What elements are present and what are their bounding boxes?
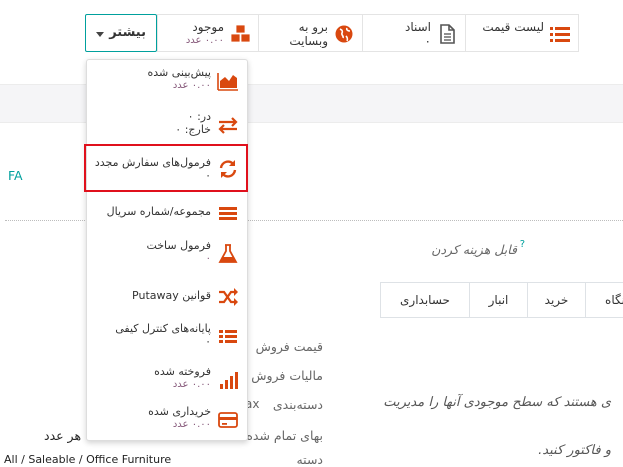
tab-purchase[interactable]: خرید (527, 282, 586, 318)
tasks-list-icon (217, 326, 239, 348)
random-icon (217, 286, 239, 308)
menu-item-purchased[interactable]: خریداری شده ۰.۰۰ عدد (87, 401, 247, 439)
menu-item-value: ۰ (205, 253, 211, 264)
menu-item-value: ۰ (205, 335, 211, 348)
on-hand-value: ۰.۰۰ عدد (185, 35, 224, 46)
menu-item-quality-points[interactable]: پایانه‌های کنترل کیفی ۰ (87, 318, 247, 356)
file-icon (437, 24, 457, 44)
field-cost-label: بهای تمام شده (246, 428, 323, 443)
field-category-label: دسته‌بندی (272, 397, 323, 412)
list-icon (550, 24, 570, 44)
menu-item-label: فروخته شده (154, 365, 211, 378)
cubes-icon (230, 24, 251, 44)
menu-item-label: قوانین Putaway (132, 289, 211, 302)
tab-inventory[interactable]: انبار (469, 282, 528, 318)
tab-accounting[interactable]: حسابداری (380, 282, 470, 318)
expense-label: قابل هزینه کردن (431, 242, 517, 257)
menu-item-label: فرمول ساخت (146, 239, 211, 252)
more-label: بیشتر (109, 25, 146, 40)
bars-icon (217, 202, 239, 224)
category-path: All / Saleable / Office Furniture (4, 453, 172, 466)
menu-item-value: خارج: ۰ (175, 123, 211, 136)
menu-item-label: مجموعه/شماره سریال (106, 205, 211, 218)
price-list-button[interactable]: لیست قیمت (465, 14, 579, 52)
menu-item-label: پیش‌بینی شده (147, 66, 211, 79)
menu-item-value: ۰.۰۰ عدد (172, 80, 211, 91)
menu-item-lots-serials[interactable]: مجموعه/شماره سریال (87, 194, 247, 232)
menu-item-label: خریداری شده (148, 405, 211, 418)
area-chart-icon (217, 70, 239, 92)
documents-button[interactable]: اسناد ۰ (362, 14, 466, 52)
caret-down-icon (96, 32, 104, 37)
field-sale-price-label: قیمت فروش (255, 339, 323, 354)
flask-icon (217, 243, 239, 265)
more-dropdown-menu: پیش‌بینی شده ۰.۰۰ عدد در: ۰ خارج: ۰ فرمول‌… (86, 59, 248, 441)
documents-count: ۰ (424, 34, 431, 48)
website-line2: وبسایت (289, 34, 328, 48)
menu-item-value: ۰.۰۰ عدد (172, 379, 211, 390)
go-to-website-button[interactable]: برو به وبسایت (258, 14, 363, 52)
field-group-label: دسته (296, 452, 323, 467)
fa-label: FA (8, 168, 23, 183)
tab-general[interactable]: نگاه (585, 282, 623, 318)
menu-item-sold[interactable]: فروخته شده ۰.۰۰ عدد (87, 361, 247, 399)
menu-item-forecasted[interactable]: پیش‌بینی شده ۰.۰۰ عدد (87, 62, 247, 100)
on-hand-label: موجود (192, 20, 224, 34)
help-text-line1: ی هستند که سطح موجودی آنها را مدیریت (383, 395, 611, 410)
on-hand-button[interactable]: موجود ۰.۰۰ عدد (157, 14, 259, 52)
website-line1: برو به (298, 20, 328, 34)
highlight-box (84, 144, 248, 192)
menu-item-label: در: ۰ (187, 110, 211, 123)
help-icon[interactable]: ? (520, 239, 525, 250)
signal-icon (217, 369, 239, 391)
globe-icon (334, 24, 354, 44)
per-unit-label: هر عدد (44, 428, 82, 443)
menu-item-in-out[interactable]: در: ۰ خارج: ۰ (87, 106, 247, 144)
price-list-label: لیست قیمت (482, 20, 544, 34)
more-button[interactable]: بیشتر (85, 14, 157, 52)
exchange-icon (217, 114, 239, 136)
documents-label: اسناد (404, 20, 431, 34)
credit-card-icon (217, 409, 239, 431)
menu-item-label: پایانه‌های کنترل کیفی (115, 322, 211, 335)
field-sale-tax-label: مالیات فروش (251, 368, 323, 383)
menu-item-value: ۰.۰۰ عدد (172, 419, 211, 430)
help-text-line2: و فاکتور کنید. (538, 443, 611, 458)
menu-item-putaway-rules[interactable]: قوانین Putaway (87, 278, 247, 316)
menu-item-bom[interactable]: فرمول ساخت ۰ (87, 235, 247, 273)
